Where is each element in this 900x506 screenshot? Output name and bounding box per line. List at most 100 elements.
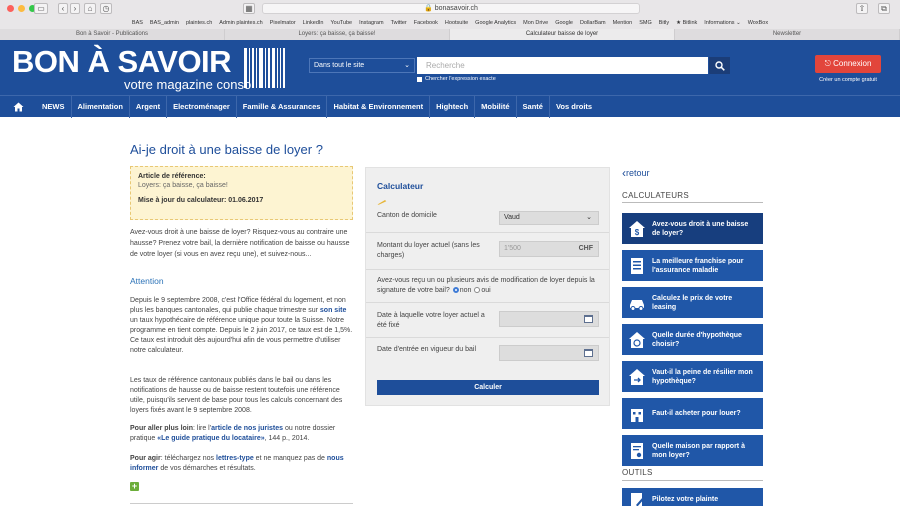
calendar-icon[interactable] <box>584 315 593 323</box>
canton-value: Vaud <box>504 214 520 221</box>
intro-text: Avez-vous droit à une baisse de loyer? R… <box>130 229 350 258</box>
barcode-bar <box>280 48 281 88</box>
bookmark-item[interactable]: BAS <box>132 18 143 28</box>
house-clock-icon <box>627 330 647 350</box>
bookmark-item[interactable]: SMG <box>639 18 652 28</box>
close-window-button[interactable] <box>7 5 14 12</box>
browser-tab[interactable]: Loyers: ça baisse, ça baisse! <box>225 29 450 40</box>
login-icon: ⎋ <box>824 59 831 68</box>
extension-button[interactable]: ▦ <box>243 3 255 14</box>
bookmark-item[interactable]: DollarBam <box>580 18 606 28</box>
bookmark-item[interactable]: Pixelmator <box>270 18 296 28</box>
search-button[interactable] <box>709 57 730 74</box>
tenant-guide-link[interactable]: «Le guide pratique du locataire» <box>157 435 264 442</box>
tabs-overview-button[interactable]: ⧉ <box>878 3 890 14</box>
nav-item[interactable]: Hightech <box>429 95 474 118</box>
lawyers-article-link[interactable]: article de nos juristes <box>211 425 283 432</box>
bookmark-item[interactable]: Mon Drive <box>523 18 548 28</box>
calculator-card[interactable]: Quelle maison par rapport à mon loyer? <box>622 435 763 466</box>
search-scope-select[interactable]: Dans tout le site ⌄ <box>309 58 415 73</box>
bookmark-item[interactable]: Instagram <box>359 18 383 28</box>
reference-article-link[interactable]: Loyers: ça baisse, ça baisse! <box>138 182 345 189</box>
calculate-button[interactable]: Calculer <box>377 380 599 395</box>
site-logo-title[interactable]: BON À SAVOIR <box>12 44 232 80</box>
browser-tab[interactable]: Bon à Savoir - Publications <box>0 29 225 40</box>
calendar-icon[interactable] <box>584 349 593 357</box>
calculator-card[interactable]: Faut-il acheter pour louer? <box>622 398 763 429</box>
nav-item[interactable]: Alimentation <box>70 95 129 118</box>
bookmark-item[interactable]: Google <box>555 18 573 28</box>
rent-input[interactable]: 1'500 CHF <box>499 241 599 257</box>
exact-phrase-checkbox[interactable] <box>417 76 422 82</box>
history-button[interactable]: ◷ <box>100 3 112 14</box>
browser-tab[interactable]: Calculateur baisse de loyer <box>450 29 675 40</box>
nav-item[interactable]: Mobilité <box>474 95 515 118</box>
logo-barcode-icon <box>244 48 285 88</box>
calculator-card[interactable]: Vaut-il la peine de résilier mon hypothè… <box>622 361 763 392</box>
share-button[interactable]: ⇧ <box>856 3 868 14</box>
calculator-card[interactable]: Calculez le prix de votre leasing <box>622 287 763 318</box>
home-button[interactable]: ⌂ <box>84 3 96 14</box>
date-fixed-input[interactable] <box>499 311 599 327</box>
create-account-link[interactable]: Créer un compte gratuit <box>815 77 881 83</box>
barcode-bar <box>256 48 257 88</box>
paragraph-text: un taux hypothécaire de référence unique… <box>130 317 353 354</box>
pencil-icon <box>377 200 387 205</box>
nav-item[interactable]: Argent <box>128 95 166 118</box>
address-bar[interactable]: 🔒 bonasavoir.ch <box>262 3 640 14</box>
date-fixed-label: Date à laquelle votre loyer actuel a été… <box>377 312 485 329</box>
exact-phrase-option[interactable]: Chercher l'expression exacte <box>417 76 496 82</box>
bookmark-item[interactable]: LinkedIn <box>303 18 324 28</box>
minimize-window-button[interactable] <box>18 5 25 12</box>
yes-radio-label: oui <box>481 286 491 294</box>
back-link[interactable]: ‹retour <box>622 166 650 180</box>
act-label: Pour agir <box>130 455 161 462</box>
nav-item[interactable]: Santé <box>515 95 549 118</box>
browser-tab[interactable]: Newsletter <box>675 29 900 40</box>
sidebar-toggle-button[interactable]: ▭ <box>34 3 48 14</box>
bookmark-item[interactable]: Informations ⌄ <box>704 18 740 28</box>
bookmark-item[interactable]: Hootsuite <box>445 18 468 28</box>
paragraph-further: Pour aller plus loin: lire l'article de … <box>130 424 356 444</box>
nav-item[interactable]: NEWS <box>36 96 71 118</box>
letter-templates-link[interactable]: lettres-type <box>216 455 254 462</box>
bookmark-item[interactable]: WoxBox <box>748 18 768 28</box>
calculator-card[interactable]: Quelle durée d'hypothèque choisir? <box>622 324 763 355</box>
bookmark-item[interactable]: Twitter <box>391 18 407 28</box>
forward-button[interactable]: › <box>70 3 80 14</box>
bookmark-item[interactable]: Facebook <box>414 18 438 28</box>
no-radio[interactable] <box>452 286 459 293</box>
barcode-bar <box>265 48 266 88</box>
calculator-card[interactable]: $ Avez-vous droit à une baisse de loyer? <box>622 213 763 244</box>
ofl-site-link[interactable]: son site <box>320 307 346 314</box>
site-header: BON À SAVOIR votre magazine conso Dans t… <box>0 40 900 95</box>
nav-item[interactable]: Electroménager <box>166 95 236 118</box>
calculator-card-label: Quelle durée d'hypothèque choisir? <box>652 331 742 348</box>
paragraph-cantonal: Les taux de référence cantonaux publiés … <box>130 377 343 414</box>
house-dollar-icon: $ <box>627 219 647 239</box>
yes-radio[interactable] <box>474 286 481 293</box>
search-scope-value: Dans tout le site <box>314 62 365 69</box>
update-date: Mise à jour du calculateur: 01.06.2017 <box>138 197 264 204</box>
back-button[interactable]: ‹ <box>58 3 68 14</box>
bookmark-item[interactable]: Admin plaintes.ch <box>219 18 262 28</box>
bookmark-item[interactable]: ★ Bitlink <box>676 18 697 28</box>
canton-select[interactable]: Vaud ⌄ <box>499 211 599 225</box>
bookmark-item[interactable]: BAS_admin <box>150 18 179 28</box>
login-button[interactable]: ⎋ Connexion <box>815 55 881 73</box>
plus-icon[interactable]: + <box>130 482 139 491</box>
date-start-input[interactable] <box>499 345 599 361</box>
nav-item[interactable]: Famille & Assurances <box>235 95 327 118</box>
bookmark-item[interactable]: Bitly <box>659 18 669 28</box>
nav-item[interactable]: Habitat & Environnement <box>326 95 429 118</box>
calculator-card-label: Vaut-il la peine de résilier mon hypothè… <box>652 368 753 385</box>
calculator-card[interactable]: La meilleure franchise pour l'assurance … <box>622 250 763 281</box>
tool-card[interactable]: Pilotez votre plainte <box>622 488 763 506</box>
bookmark-item[interactable]: YouTube <box>330 18 352 28</box>
search-input[interactable]: Recherche <box>417 57 708 74</box>
bookmark-item[interactable]: plaintes.ch <box>186 18 212 28</box>
nav-home[interactable] <box>0 96 36 118</box>
bookmark-item[interactable]: Google Analytics <box>475 18 516 28</box>
nav-item[interactable]: Vos droits <box>548 95 598 118</box>
bookmark-item[interactable]: Mention <box>613 18 633 28</box>
